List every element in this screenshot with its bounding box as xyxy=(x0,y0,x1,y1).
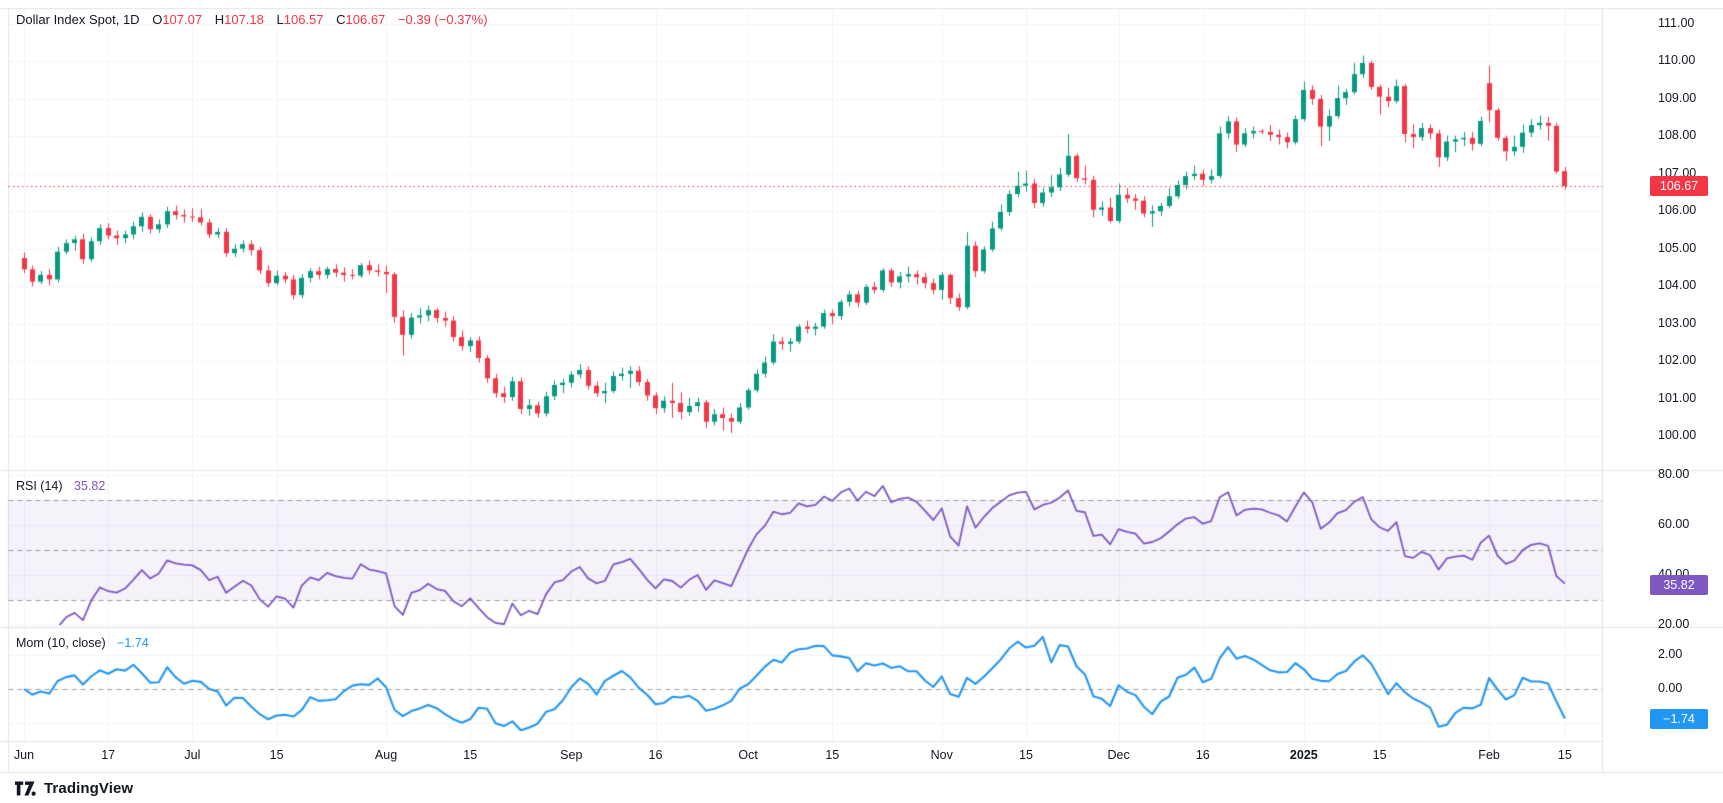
time-axis-tick: 15 xyxy=(463,748,478,762)
time-axis-tick: 16 xyxy=(1195,748,1210,762)
mom-legend: Mom (10, close) −1.74 xyxy=(16,636,149,650)
time-axis-tick: 15 xyxy=(825,748,840,762)
footer-bar: TradingView xyxy=(0,773,1723,803)
ohlc-close-value: 106.67 xyxy=(345,12,386,27)
rsi-indicator-label[interactable]: RSI (14) xyxy=(16,479,63,493)
price-axis-label: 109.00 xyxy=(1658,90,1697,105)
price-axis-label: 110.00 xyxy=(1658,53,1696,68)
candlestick-chart-canvas[interactable] xyxy=(0,0,1723,773)
mom-indicator-value: −1.74 xyxy=(117,636,149,650)
ohlc-low-label: L xyxy=(276,12,284,27)
price-axis-label: 100.00 xyxy=(1658,427,1697,442)
time-axis-tick: 16 xyxy=(648,748,663,762)
tradingview-logo-icon[interactable] xyxy=(14,778,37,799)
time-axis-tick: 15 xyxy=(1019,748,1033,762)
price-axis-label: 101.00 xyxy=(1658,390,1697,405)
time-axis-tick: Jun xyxy=(13,748,35,762)
symbol-title[interactable]: Dollar Index Spot, 1D xyxy=(16,12,140,27)
last-price-badge: 106.67 xyxy=(1650,176,1708,196)
ohlc-high-label: H xyxy=(214,12,225,27)
rsi-axis-label: 20.00 xyxy=(1658,617,1690,631)
time-axis-tick: Aug xyxy=(374,748,398,762)
time-axis-tick: 15 xyxy=(269,748,284,762)
tradingview-brand-text[interactable]: TradingView xyxy=(44,780,133,797)
ohlc-close-label: C xyxy=(336,12,346,27)
price-axis-label: 105.00 xyxy=(1658,240,1697,255)
rsi-axis-label: 80.00 xyxy=(1658,467,1690,481)
tradingview-chart-widget: Dollar Index Spot, 1D O107.07 H107.18 L1… xyxy=(0,0,1723,803)
ohlc-change-value: −0.39 (−0.37%) xyxy=(397,12,488,27)
time-axis-tick: 17 xyxy=(101,748,116,762)
price-legend: Dollar Index Spot, 1D O107.07 H107.18 L1… xyxy=(16,12,488,27)
price-axis-label: 108.00 xyxy=(1658,128,1697,143)
time-axis-tick: 15 xyxy=(1372,748,1387,762)
price-axis-label: 102.00 xyxy=(1658,353,1697,368)
time-axis-tick: Dec xyxy=(1107,748,1130,762)
time-axis-tick: Jul xyxy=(184,748,201,762)
ohlc-low-value: 106.57 xyxy=(283,12,324,27)
mom-axis-label: 0.00 xyxy=(1658,681,1683,695)
ohlc-open-label: O xyxy=(152,12,163,27)
rsi-indicator-value: 35.82 xyxy=(74,479,106,493)
rsi-axis-label: 60.00 xyxy=(1658,517,1690,531)
rsi-value-badge: 35.82 xyxy=(1650,575,1708,595)
time-axis-tick: 2025 xyxy=(1289,748,1318,762)
price-axis-label: 103.00 xyxy=(1658,315,1697,330)
price-axis-label: 106.00 xyxy=(1658,203,1697,218)
time-axis-tick: Sep xyxy=(560,748,583,762)
ohlc-high-value: 107.18 xyxy=(224,12,264,27)
price-axis-label: 104.00 xyxy=(1658,278,1697,293)
price-axis-label: 111.00 xyxy=(1658,16,1695,30)
ohlc-open-value: 107.07 xyxy=(162,12,203,27)
mom-axis-label: 2.00 xyxy=(1658,647,1683,661)
time-axis-tick: Feb xyxy=(1478,748,1500,762)
mom-indicator-label[interactable]: Mom (10, close) xyxy=(16,636,106,650)
time-axis-tick: Nov xyxy=(930,748,953,762)
rsi-legend: RSI (14) 35.82 xyxy=(16,479,105,493)
mom-value-badge: −1.74 xyxy=(1650,709,1708,729)
time-axis-tick: 15 xyxy=(1557,748,1572,762)
time-axis-tick: Oct xyxy=(738,748,758,762)
